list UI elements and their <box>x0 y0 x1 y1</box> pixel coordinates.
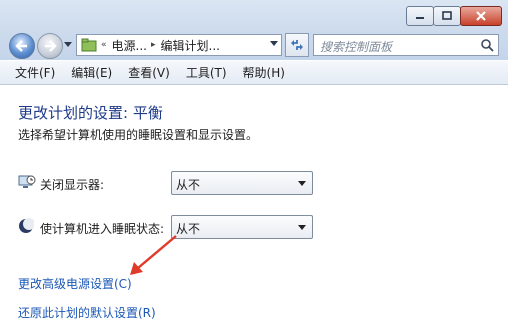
menu-edit[interactable]: 编辑(E) <box>64 62 119 84</box>
restore-defaults-link[interactable]: 还原此计划的默认设置(R) <box>18 304 156 321</box>
breadcrumb-item[interactable]: 电源... <box>112 37 147 54</box>
menu-file[interactable]: 文件(F) <box>8 62 62 84</box>
main-content: 更改计划的设置: 平衡 选择希望计算机使用的睡眠设置和显示设置。 关闭显示器: … <box>0 86 508 336</box>
forward-button[interactable] <box>37 33 63 59</box>
close-button[interactable] <box>460 6 502 26</box>
search-placeholder: 搜索控制面板 <box>320 40 393 54</box>
display-off-select[interactable]: 从不 <box>171 171 313 195</box>
search-field[interactable]: 搜索控制面板 <box>313 34 499 56</box>
chevron-down-icon[interactable] <box>270 41 278 47</box>
minimize-icon <box>416 17 424 19</box>
page-description: 选择希望计算机使用的睡眠设置和显示设置。 <box>18 128 259 142</box>
sleep-select[interactable]: 从不 <box>171 215 313 239</box>
refresh-icon <box>291 40 303 50</box>
breadcrumb-overflow-icon[interactable]: « <box>101 40 107 50</box>
advanced-power-settings-link[interactable]: 更改高级电源设置(C) <box>18 275 132 292</box>
annotation-arrow-icon <box>130 235 177 275</box>
chevron-down-icon <box>298 225 306 230</box>
window-controls <box>406 6 502 28</box>
arrow-left-icon <box>15 40 27 52</box>
sleep-label: 使计算机进入睡眠状态: <box>40 222 165 236</box>
monitor-clock-icon <box>18 175 36 188</box>
menu-help[interactable]: 帮助(H) <box>236 62 292 84</box>
search-icon[interactable] <box>480 38 494 52</box>
maximize-icon <box>442 11 452 20</box>
refresh-button[interactable] <box>285 33 309 57</box>
menu-view[interactable]: 查看(V) <box>121 62 177 84</box>
breadcrumb-separator-icon[interactable]: ▸ <box>151 40 156 50</box>
display-off-label: 关闭显示器: <box>40 178 105 192</box>
control-panel-folder-icon <box>81 38 97 52</box>
back-button[interactable] <box>9 33 35 59</box>
maximize-button[interactable] <box>433 6 461 26</box>
page-title: 更改计划的设置: 平衡 <box>18 104 163 122</box>
minimize-button[interactable] <box>406 6 434 26</box>
sleep-value: 从不 <box>176 222 201 236</box>
breadcrumb-item[interactable]: 编辑计划... <box>161 37 220 54</box>
display-off-value: 从不 <box>176 178 201 192</box>
moon-sleep-icon <box>19 218 34 233</box>
title-bar <box>0 0 508 30</box>
close-icon <box>476 11 486 21</box>
history-dropdown-icon[interactable] <box>64 42 72 48</box>
menu-bar: 文件(F) 编辑(E) 查看(V) 工具(T) 帮助(H) <box>0 61 508 85</box>
menu-tools[interactable]: 工具(T) <box>179 62 234 84</box>
chevron-down-icon <box>298 181 306 186</box>
arrow-right-icon <box>45 40 57 52</box>
address-bar[interactable]: « 电源... ▸ 编辑计划... <box>76 34 282 56</box>
